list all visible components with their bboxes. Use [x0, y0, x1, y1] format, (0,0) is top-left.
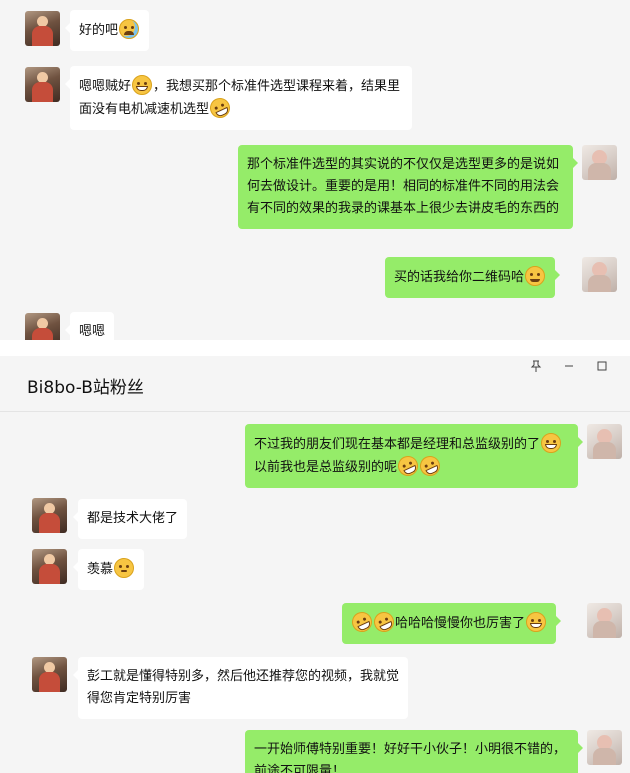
message-bubble-outgoing[interactable]: 不过我的朋友们现在基本都是经理和总监级别的了以前我也是总监级别的呢: [245, 424, 583, 488]
contact-avatar[interactable]: [32, 549, 67, 584]
message-text: 那个标准件选型的其实说的不仅仅是选型更多的是说如何去做设计。重要的是用！相同的标…: [247, 157, 560, 216]
message-bubble-incoming[interactable]: 彭工就是懂得特别多，然后他还推荐您的视频，我就觉得您肯定特别厉害: [73, 657, 408, 719]
chat-title-bar: Bi8bo-B站粉丝: [0, 356, 630, 412]
minimize-icon[interactable]: [561, 360, 577, 376]
message-bubble-outgoing[interactable]: 哈哈哈慢慢你也厉害了: [342, 603, 562, 644]
laughing-tears-face-icon: [394, 452, 422, 480]
screenshot-separator: [0, 340, 630, 356]
grinning-face-icon: [132, 75, 153, 95]
crying-face-icon: [119, 19, 140, 39]
laughing-tears-face-icon: [416, 452, 444, 480]
self-avatar[interactable]: [587, 603, 622, 638]
pin-icon[interactable]: [528, 360, 544, 376]
laughing-tears-face-icon: [348, 608, 376, 636]
self-avatar[interactable]: [587, 730, 622, 765]
smiling-face-icon: [525, 266, 546, 286]
message-bubble-incoming[interactable]: 都是技术大佬了: [72, 499, 188, 539]
chat-window: Bi8bo-B站粉丝 不过我的朋友们现在基本都是经理和总监级别的了以前我也是总监…: [0, 356, 630, 773]
contact-avatar[interactable]: [32, 657, 67, 692]
message-text: 不过我的朋友们现在基本都是经理和总监级别的了: [254, 437, 541, 452]
grinning-face-icon: [541, 433, 562, 453]
message-text: 哈哈哈慢慢你也厉害了: [395, 616, 526, 631]
self-avatar[interactable]: [582, 257, 617, 292]
message-text: 嗯嗯: [79, 324, 106, 339]
message-text: 羡慕: [87, 562, 114, 577]
contact-avatar[interactable]: [25, 11, 60, 46]
self-avatar[interactable]: [587, 424, 622, 459]
laughing-tears-face-icon: [206, 94, 234, 122]
message-text: 嗯嗯贼好: [79, 79, 132, 94]
contact-avatar[interactable]: [25, 313, 60, 340]
message-bubble-outgoing[interactable]: 买的话我给你二维码哈: [385, 257, 561, 298]
message-bubble-outgoing[interactable]: 一开始师傅特别重要！好好干小伙子！小明很不错的，前途不可限量！: [245, 730, 583, 773]
top-chat-pane: 好的吧 嗯嗯贼好 ，我想买那个标准件选型课程来着，结果里面没有电机减速机选型 那个…: [0, 0, 630, 340]
grinning-face-icon: [526, 612, 547, 632]
message-bubble-incoming[interactable]: 嗯嗯贼好 ，我想买那个标准件选型课程来着，结果里面没有电机减速机选型: [65, 66, 412, 130]
message-bubble-outgoing[interactable]: 那个标准件选型的其实说的不仅仅是选型更多的是说如何去做设计。重要的是用！相同的标…: [238, 145, 578, 229]
chat-title: Bi8bo-B站粉丝: [27, 378, 144, 398]
message-bubble-incoming[interactable]: 嗯嗯: [64, 312, 115, 340]
laughing-tears-face-icon: [370, 608, 398, 636]
message-text: 都是技术大佬了: [87, 511, 179, 526]
message-bubble-incoming[interactable]: 羡慕: [72, 549, 145, 590]
message-text: 好的吧: [79, 23, 119, 38]
contact-avatar[interactable]: [32, 498, 67, 533]
message-text: 以前我也是总监级别的呢: [254, 460, 398, 475]
contact-avatar[interactable]: [25, 67, 60, 102]
message-text: 买的话我给你二维码哈: [394, 270, 525, 285]
envious-face-icon: [114, 558, 135, 578]
message-bubble-incoming[interactable]: 好的吧: [64, 10, 150, 51]
message-text: 一开始师傅特别重要！好好干小伙子！小明很不错的，前途不可限量！: [254, 742, 567, 773]
maximize-icon[interactable]: [594, 360, 610, 376]
self-avatar[interactable]: [582, 145, 617, 180]
message-text: 彭工就是懂得特别多，然后他还推荐您的视频，我就觉得您肯定特别厉害: [87, 669, 400, 706]
